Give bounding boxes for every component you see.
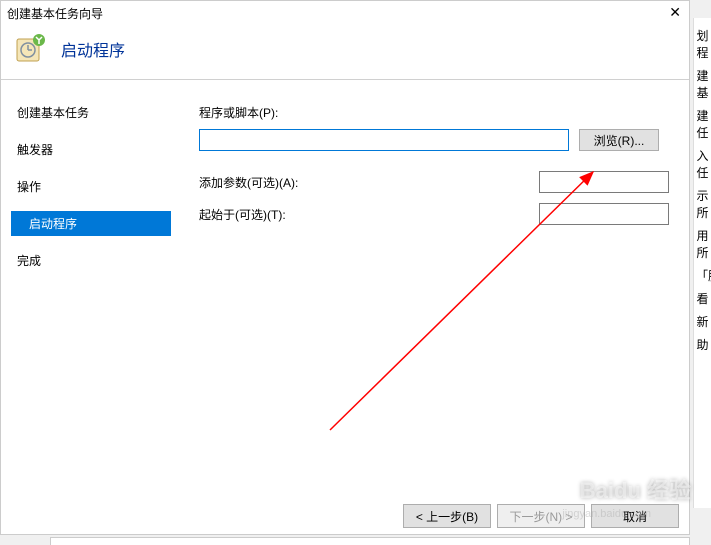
sidebar-item-create-task[interactable]: 创建基本任务	[11, 100, 171, 125]
sidebar-item-start-program[interactable]: 启动程序	[11, 211, 171, 236]
wizard-dialog: 创建基本任务向导 ✕ 启动程序 创建基本任务 触发器 操作 启动程序 完成	[0, 0, 690, 535]
sidebar: 创建基本任务 触发器 操作 启动程序 完成	[1, 80, 171, 493]
program-label: 程序或脚本(P):	[199, 104, 339, 121]
cancel-button[interactable]: 取消	[591, 504, 679, 528]
footer-buttons: < 上一步(B) 下一步(N) > 取消	[403, 504, 679, 528]
sidebar-item-action[interactable]: 操作	[11, 174, 171, 199]
right-panel-fragment: 划程 建基 建任 入任 示所 用所 「服 看 新 助	[693, 18, 711, 508]
dialog-title: 创建基本任务向导	[7, 5, 103, 22]
browse-button[interactable]: 浏览(R)...	[579, 129, 659, 151]
dialog-header: 启动程序	[1, 25, 689, 79]
args-input[interactable]	[539, 171, 669, 193]
title-bar: 创建基本任务向导 ✕	[1, 1, 689, 25]
program-input[interactable]	[199, 129, 569, 151]
wizard-icon	[15, 33, 47, 65]
startin-label: 起始于(可选)(T):	[199, 206, 286, 223]
close-icon[interactable]: ✕	[669, 4, 681, 21]
page-title: 启动程序	[61, 37, 125, 61]
startin-input[interactable]	[539, 203, 669, 225]
back-button[interactable]: < 上一步(B)	[403, 504, 491, 528]
sidebar-item-trigger[interactable]: 触发器	[11, 137, 171, 162]
dialog-body: 创建基本任务 触发器 操作 启动程序 完成 程序或脚本(P): 浏览(R)...…	[1, 80, 689, 493]
bottom-fragment	[50, 537, 690, 545]
content-area: 程序或脚本(P): 浏览(R)... 添加参数(可选)(A): 起始于(可选)(…	[171, 80, 689, 493]
args-label: 添加参数(可选)(A):	[199, 174, 298, 191]
next-button: 下一步(N) >	[497, 504, 585, 528]
sidebar-item-finish[interactable]: 完成	[11, 248, 171, 273]
